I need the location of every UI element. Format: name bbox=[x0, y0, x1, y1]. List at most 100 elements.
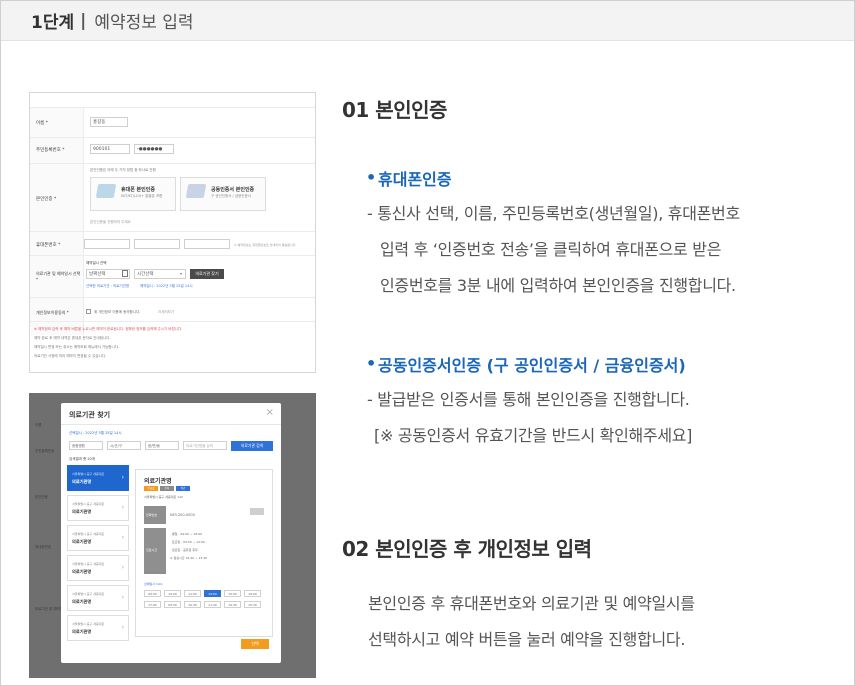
time-slot[interactable]: 10:30 bbox=[184, 601, 201, 608]
name-field[interactable]: 홍길동 bbox=[90, 117, 128, 127]
label-phone: 휴대폰번호 * bbox=[36, 243, 61, 248]
cert-auth-line-1: - 발급받은 인증서를 통해 본인인증을 진행합니다. bbox=[367, 390, 690, 409]
section2-heading: 02 본인인증 후 개인정보 입력 bbox=[342, 537, 592, 561]
rrn-front-field[interactable]: 900101 bbox=[90, 144, 130, 154]
step-header: 1단계 | 예약정보 입력 bbox=[1, 1, 854, 41]
picked-hospital: 선택한 의료기관 : 의료기관명 bbox=[86, 284, 130, 288]
time-slot[interactable]: 14:30 bbox=[224, 601, 241, 608]
agree-checkbox[interactable] bbox=[86, 309, 91, 314]
phone-field-2[interactable] bbox=[134, 239, 180, 249]
chevron-right-icon: › bbox=[121, 504, 124, 511]
hours-line: · 토요일 : 09:00 ~ 13:00 bbox=[170, 540, 205, 544]
phone-field-3[interactable] bbox=[184, 239, 230, 249]
time-slot[interactable]: 11:00 bbox=[184, 590, 201, 597]
district-select[interactable]: 시/군/구 bbox=[107, 441, 141, 450]
detail-title: 의료기관명 bbox=[144, 478, 172, 485]
badge-emergency: 응급실 bbox=[144, 486, 158, 491]
hospital-search-button[interactable]: 의료기관 찾기 bbox=[190, 269, 224, 279]
time-slot[interactable]: 09:00 bbox=[144, 590, 161, 597]
hours-line: · 일요일 · 공휴일 휴무 bbox=[170, 548, 198, 552]
agree-detail-link[interactable]: 자세히보기 bbox=[158, 310, 174, 315]
date-label: 예약일시 선택 bbox=[86, 261, 107, 265]
select-button[interactable]: 선택 bbox=[241, 639, 269, 649]
time-slot[interactable]: 09:30 bbox=[164, 601, 181, 608]
close-icon[interactable]: × bbox=[266, 407, 274, 418]
list-item[interactable]: 서울특별시 중구 세종대로 의료기관명 › bbox=[67, 525, 129, 551]
time-slot[interactable]: 15:00 bbox=[224, 590, 241, 597]
bg-label-rrn: 주민등록번호 bbox=[35, 449, 55, 453]
time-slot[interactable]: 14:00 bbox=[204, 590, 221, 597]
step-number: 1단계 bbox=[31, 13, 75, 33]
phone-auth-line-1: - 통신사 선택, 이름, 주민등록번호(생년월일), 휴대폰번호 bbox=[367, 204, 740, 223]
cert-auth-card[interactable]: 공동인증서 본인인증 구 공인인증서 / 금융인증서 bbox=[180, 177, 266, 211]
chevron-right-icon: › bbox=[121, 624, 124, 631]
list-item[interactable]: 서울특별시 중구 세종대로 의료기관명 › bbox=[67, 615, 129, 641]
bullet-icon: • bbox=[366, 354, 377, 373]
hospital-detail-panel: 의료기관명 응급실 주차 야간 서울특별시 중구 세종대로 110 전화번호 0… bbox=[135, 469, 273, 637]
time-slot[interactable]: 17:00 bbox=[144, 601, 161, 608]
phone-icon bbox=[95, 184, 117, 198]
bg-label-auth: 본인인증 bbox=[35, 495, 48, 499]
hours-line: · 평일 : 09:00 ~ 18:00 bbox=[170, 532, 203, 536]
hospital-name-input[interactable]: 의료기관명을 입력 bbox=[183, 441, 227, 450]
time-slot[interactable]: 10:00 bbox=[164, 590, 181, 597]
cert-auth-title: 공동인증서 본인인증 bbox=[211, 187, 255, 193]
label-auth: 본인인증 * bbox=[36, 197, 57, 202]
phone-auth-card[interactable]: 휴대폰 본인인증 SKT/KT/LGU+ 알뜰폰 포함 bbox=[90, 177, 176, 211]
chevron-right-icon: › bbox=[121, 594, 124, 601]
rrn-back-field[interactable]: -●●●●●● bbox=[134, 144, 174, 154]
phone-auth-sub: SKT/KT/LGU+ 알뜰폰 포함 bbox=[121, 194, 163, 198]
list-item[interactable]: 서울특별시 중구 세종대로 의료기관명 › bbox=[67, 495, 129, 521]
result-count: 검색결과 총 20개 bbox=[69, 457, 95, 461]
label-name: 이름 * bbox=[36, 121, 48, 126]
time-slot[interactable]: 16:00 bbox=[244, 590, 261, 597]
auth-status: 본인인증을 진행하여 주세요 bbox=[90, 220, 131, 224]
type-select[interactable]: 종합병원 bbox=[69, 441, 103, 450]
list-item[interactable]: 서울특별시 중구 세종대로 의료기관명 › bbox=[67, 555, 129, 581]
slot-date: 선택일시 14시 bbox=[144, 582, 163, 586]
modal-title: 의료기관 찾기 bbox=[69, 411, 111, 419]
hospital-search-button[interactable]: 의료기관 검색 bbox=[231, 441, 273, 451]
bullet-icon: • bbox=[366, 168, 377, 187]
hours-label-box: 진료시간 bbox=[144, 528, 166, 574]
list-item[interactable]: 서울특별시 중구 세종대로 의료기관명 › bbox=[67, 585, 129, 611]
chevron-right-icon: › bbox=[121, 564, 124, 571]
section2-line-1: 본인인증 후 휴대폰번호와 의료기관 및 예약일시를 bbox=[368, 594, 695, 613]
phone-auth-heading: 휴대폰인증 bbox=[378, 170, 452, 189]
hours-line: ※ 점심시간 12:30 ~ 13:30 bbox=[170, 556, 208, 560]
phone-label-box: 전화번호 bbox=[144, 506, 166, 524]
badge-night: 야간 bbox=[176, 486, 190, 491]
detail-phone: 063-200-0000 bbox=[170, 513, 195, 517]
certificate-icon bbox=[185, 184, 207, 198]
hospital-search-modal: 의료기관 찾기 × 선택일시 : 2022년 5월 25일 14시 종합병원 시… bbox=[61, 403, 281, 663]
map-button[interactable] bbox=[250, 508, 264, 515]
calendar-icon[interactable] bbox=[122, 270, 128, 277]
phone-note: ※ 예약정보는 휴대폰번호로 안내되어 발송됩니다. bbox=[234, 243, 297, 247]
label-rrn: 주민등록번호 * bbox=[36, 148, 65, 153]
time-slot[interactable]: 11:30 bbox=[204, 601, 221, 608]
label-agree: 개인정보이용동의 * bbox=[36, 310, 69, 315]
time-select[interactable]: 시간선택 bbox=[134, 269, 186, 279]
phone-field-1[interactable] bbox=[84, 239, 130, 249]
badge-parking: 주차 bbox=[160, 486, 174, 491]
cert-auth-sub: 구 공인인증서 / 금융인증서 bbox=[211, 194, 251, 198]
notice-line-2: 예약일시 변경 또는 취소는 예약조회 메뉴에서 가능합니다. bbox=[34, 345, 120, 349]
phone-auth-line-2: 입력 후 ‘인증번호 전송’을 클릭하여 휴대폰으로 받은 bbox=[380, 240, 722, 259]
step-title: 예약정보 입력 bbox=[94, 13, 194, 33]
reservation-notice: ※ 예약정보 입력 후 예약 버튼을 누르시면 예약이 완료됩니다. 정확한 정… bbox=[34, 327, 183, 331]
agree-text: 위 개인정보 이용에 동의합니다. bbox=[94, 310, 141, 314]
notice-line-3: 의료기관 사정에 따라 예약이 변경될 수 있습니다. bbox=[34, 354, 107, 358]
step-separator: | bbox=[80, 10, 87, 31]
section1-heading: 01 본인인증 bbox=[342, 98, 447, 122]
chevron-right-icon: › bbox=[121, 534, 124, 541]
phone-auth-line-3: 인증번호를 3분 내에 입력하여 본인인증을 진행합니다. bbox=[380, 276, 736, 295]
modal-date-line: 선택일시 : 2022년 5월 25일 14시 bbox=[69, 431, 122, 435]
list-item[interactable]: 서울특별시 중구 세종대로 의료기관명 › bbox=[67, 465, 129, 491]
time-slot[interactable]: 15:30 bbox=[244, 601, 261, 608]
section2-line-2: 선택하시고 예약 버튼을 눌러 예약을 진행합니다. bbox=[368, 630, 686, 649]
town-select[interactable]: 읍/면/동 bbox=[145, 441, 179, 450]
modal-screenshot: 이름 주민등록번호 본인인증 휴대폰번호 의료기관 및 예약일시 의료기관 찾기… bbox=[29, 393, 316, 678]
auth-hint: 본인인증은 아래 두 가지 방법 중 하나로 진행 bbox=[90, 168, 156, 172]
chevron-right-icon: › bbox=[121, 474, 124, 481]
notice-line-1: 예약 완료 후 예약 내역은 휴대폰 문자로 안내됩니다. bbox=[34, 336, 111, 340]
